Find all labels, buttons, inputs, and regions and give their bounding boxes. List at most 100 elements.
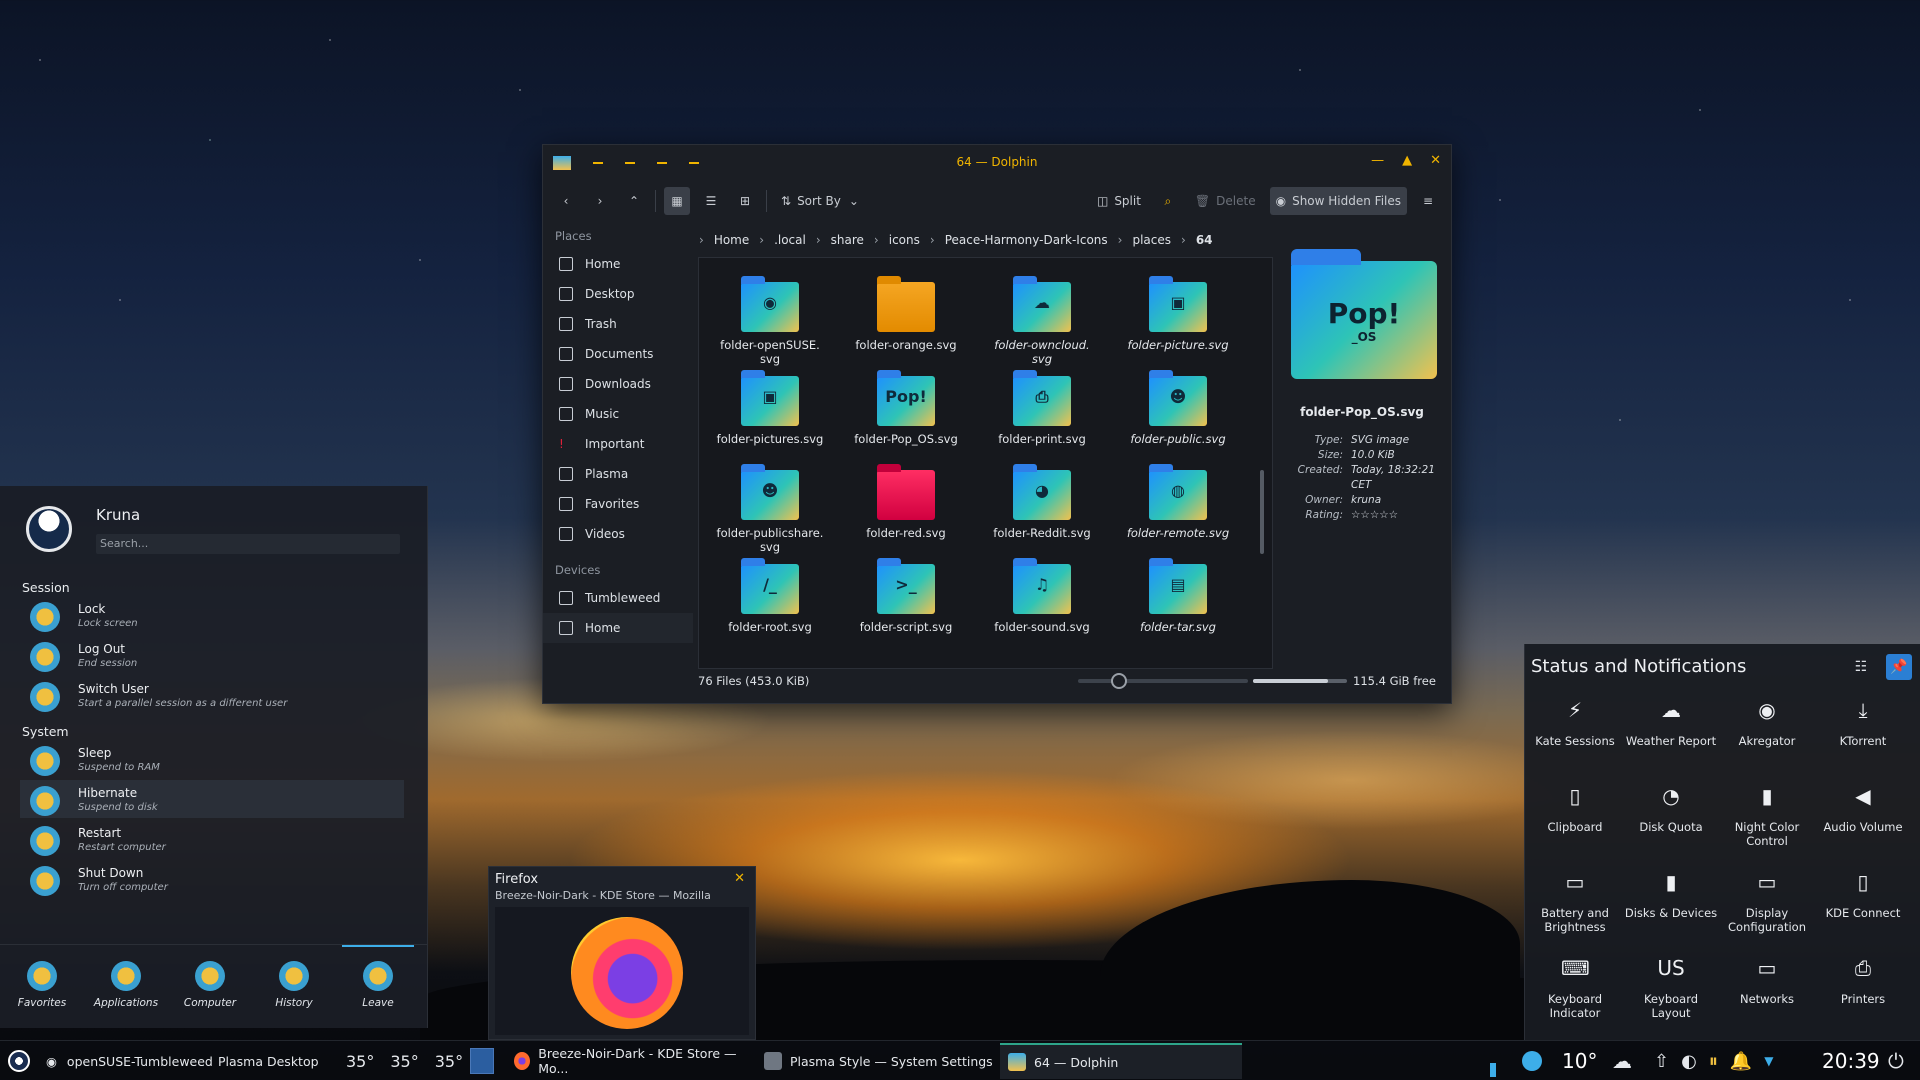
file-item[interactable]: ☻ folder-publicshare. svg	[705, 464, 835, 554]
task-system-settings[interactable]: Plasma Style — System Settings	[756, 1043, 996, 1079]
file-item[interactable]: Pop! folder-Pop_OS.svg	[841, 370, 971, 446]
file-item[interactable]: folder-orange.svg	[841, 276, 971, 352]
tray-item[interactable]: ▭ Networks	[1719, 954, 1815, 1006]
zoom-slider[interactable]	[1078, 673, 1248, 689]
temperature-monitor[interactable]: 35° 35° 35°	[346, 1041, 466, 1080]
weather-temp[interactable]: 10°	[1562, 1049, 1597, 1073]
power-icon[interactable]: ⏻	[1888, 1041, 1904, 1080]
show-hidden-files-button[interactable]: ◉ Show Hidden Files	[1269, 187, 1407, 215]
tray-item[interactable]: ⤓ KTorrent	[1815, 696, 1911, 748]
tray-item[interactable]: ☁ Weather Report	[1623, 696, 1719, 748]
bell-icon[interactable]: 🔔	[1730, 1051, 1752, 1072]
tab-applications[interactable]: Applications	[84, 945, 168, 1028]
sort-by-button[interactable]: ⇅ Sort By ⌄	[775, 187, 865, 215]
tray-item[interactable]: US Keyboard Layout	[1623, 954, 1719, 1020]
file-item[interactable]: ♫ folder-sound.svg	[977, 558, 1107, 634]
pin-button[interactable]: 📌	[1886, 654, 1912, 680]
close-button[interactable]: ✕	[1430, 153, 1441, 168]
split-button[interactable]: ◫ Split	[1091, 187, 1147, 215]
forward-button[interactable]: ›	[587, 187, 613, 215]
file-view-scrollbar[interactable]	[1260, 470, 1264, 554]
delete-button[interactable]: 🗑 Delete	[1189, 187, 1262, 215]
cloud-icon[interactable]: ☁	[1612, 1041, 1632, 1080]
places-item[interactable]: Trash	[543, 309, 693, 339]
file-item[interactable]: ☁ folder-owncloud. svg	[977, 276, 1107, 366]
cpu-graph[interactable]	[1490, 1041, 1496, 1080]
plasma-desktop-label[interactable]: Plasma Desktop	[218, 1041, 319, 1080]
file-item[interactable]: folder-red.svg	[841, 464, 971, 540]
places-item[interactable]: Videos	[543, 519, 693, 549]
tray-item[interactable]: ⌨ Keyboard Indicator	[1527, 954, 1623, 1020]
search-button[interactable]: ⌕	[1155, 187, 1181, 215]
breadcrumb-item[interactable]: places	[1132, 233, 1171, 247]
file-item[interactable]: ☻ folder-public.svg	[1113, 370, 1243, 446]
minimize-button[interactable]: —	[1371, 153, 1384, 168]
breadcrumb-item[interactable]: 64	[1196, 233, 1213, 247]
tray-item[interactable]: ▭ Battery and Brightness	[1527, 868, 1623, 934]
tab-leave[interactable]: Leave	[336, 945, 420, 1028]
tray-item[interactable]: ▮ Night Color Control	[1719, 782, 1815, 848]
launcher-item-switch-user[interactable]: Switch User Start a parallel session as a…	[20, 676, 404, 714]
tab-history[interactable]: History	[252, 945, 336, 1028]
launcher-item-sleep[interactable]: Sleep Suspend to RAM	[20, 740, 404, 778]
dolphin-titlebar[interactable]: 64 — Dolphin — ▲ ✕	[543, 145, 1451, 181]
expand-tray-icon[interactable]: ▼	[1764, 1054, 1773, 1068]
tab-computer[interactable]: Computer	[168, 945, 252, 1028]
tray-item[interactable]: ⚡ Kate Sessions	[1527, 696, 1623, 748]
icons-view-button[interactable]: ▦	[664, 187, 690, 215]
compact-view-button[interactable]: ⊞	[732, 187, 758, 215]
file-item[interactable]: >_ folder-script.svg	[841, 558, 971, 634]
tray-item[interactable]: ◉ Akregator	[1719, 696, 1815, 748]
zoom-slider-handle[interactable]	[1110, 673, 1127, 689]
file-item[interactable]: ◕ folder-Reddit.svg	[977, 464, 1107, 540]
tray-item[interactable]: ◔ Disk Quota	[1623, 782, 1719, 834]
places-item[interactable]: Music	[543, 399, 693, 429]
details-view-button[interactable]: ☰	[698, 187, 724, 215]
configure-button[interactable]: ☷	[1848, 654, 1874, 680]
file-item[interactable]: ◍ folder-remote.svg	[1113, 464, 1243, 540]
device-item[interactable]: Home	[543, 613, 693, 643]
places-item[interactable]: Favorites	[543, 489, 693, 519]
breadcrumb-item[interactable]: Peace-Harmony-Dark-Icons	[945, 233, 1108, 247]
update-icon[interactable]: ⇧	[1654, 1051, 1669, 1072]
places-item[interactable]: Desktop	[543, 279, 693, 309]
file-item[interactable]: ▣ folder-picture.svg	[1113, 276, 1243, 352]
file-item[interactable]: ▣ folder-pictures.svg	[705, 370, 835, 446]
hamburger-menu-button[interactable]: ≡	[1415, 187, 1441, 215]
places-item[interactable]: Plasma	[543, 459, 693, 489]
launcher-item-restart[interactable]: Restart Restart computer	[20, 820, 404, 858]
tray-item[interactable]: ◀ Audio Volume	[1815, 782, 1911, 834]
close-icon[interactable]: ✕	[734, 871, 745, 886]
pager-desktop[interactable]	[470, 1048, 494, 1074]
window-thumbnail[interactable]	[495, 907, 749, 1035]
places-item[interactable]: Home	[543, 249, 693, 279]
task-firefox[interactable]: Breeze-Noir-Dark - KDE Store — Mo...	[506, 1043, 748, 1079]
places-item[interactable]: Documents	[543, 339, 693, 369]
file-view[interactable]: ◉ folder-openSUSE. svg folder-orange.svg ☁ f…	[698, 257, 1273, 669]
tab-favorites[interactable]: Favorites	[0, 945, 84, 1028]
places-item[interactable]: Downloads	[543, 369, 693, 399]
night-color-icon[interactable]: ◐	[1681, 1051, 1697, 1072]
file-item[interactable]: ◉ folder-openSUSE. svg	[705, 276, 835, 366]
launcher-button[interactable]	[8, 1041, 30, 1080]
clock[interactable]: 20:39	[1822, 1049, 1880, 1073]
breadcrumb-item[interactable]: icons	[889, 233, 920, 247]
opensuse-tray-icon[interactable]	[1522, 1041, 1542, 1080]
places-item[interactable]: ! Important	[543, 429, 693, 459]
maximize-button[interactable]: ▲	[1402, 153, 1412, 168]
breadcrumb-item[interactable]: .local	[774, 233, 806, 247]
user-avatar[interactable]	[26, 506, 72, 552]
launcher-item-lock[interactable]: Lock Lock screen	[20, 596, 404, 634]
file-item[interactable]: /_ folder-root.svg	[705, 558, 835, 634]
tray-item[interactable]: ▯ KDE Connect	[1815, 868, 1911, 920]
launcher-item-log-out[interactable]: Log Out End session	[20, 636, 404, 674]
file-item[interactable]: ⎙ folder-print.svg	[977, 370, 1107, 446]
media-icon[interactable]: ⏸	[1709, 1051, 1718, 1072]
breadcrumb-item[interactable]: share	[831, 233, 864, 247]
tray-item[interactable]: ▮ Disks & Devices	[1623, 868, 1719, 920]
device-item[interactable]: Tumbleweed	[543, 583, 693, 613]
firefox-tooltip[interactable]: Firefox Breeze-Noir-Dark - KDE Store — M…	[488, 866, 756, 1040]
tray-item[interactable]: ⎙ Printers	[1815, 954, 1911, 1006]
back-button[interactable]: ‹	[553, 187, 579, 215]
tray-item[interactable]: ▭ Display Configuration	[1719, 868, 1815, 934]
